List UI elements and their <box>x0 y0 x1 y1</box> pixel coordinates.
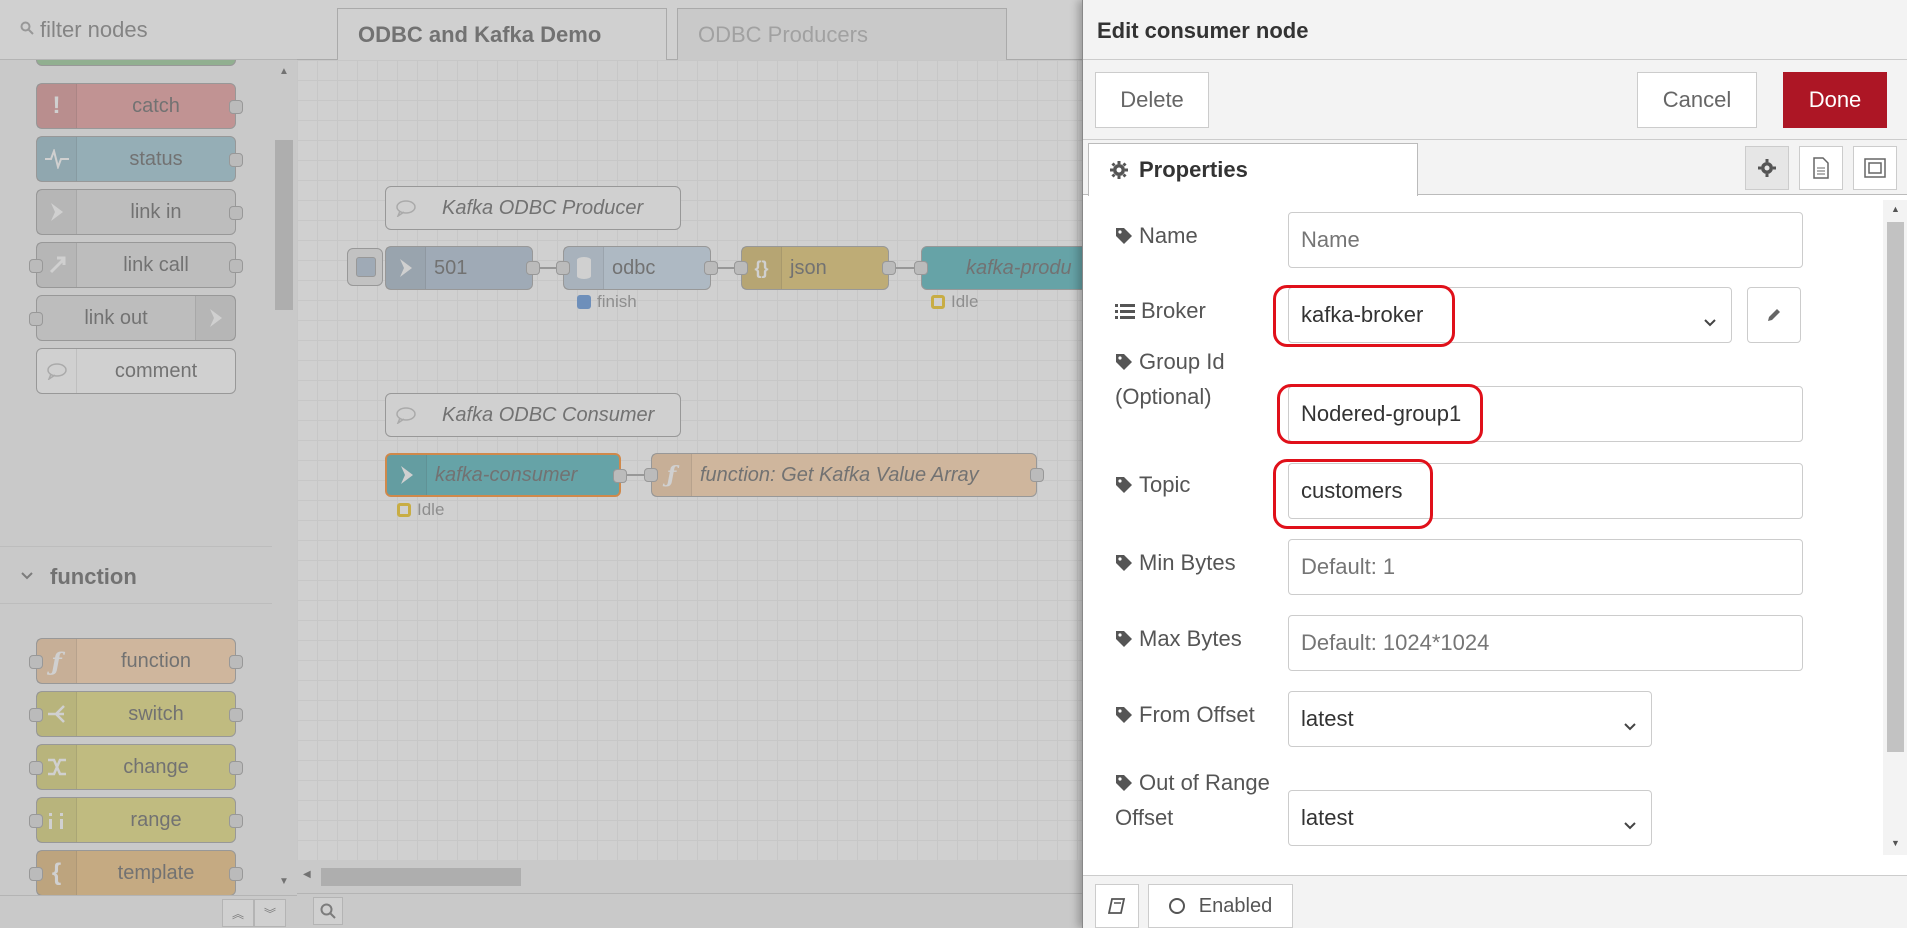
window-frame-icon <box>1864 158 1886 178</box>
from-offset-label: From Offset <box>1115 698 1255 733</box>
min-bytes-input[interactable] <box>1288 539 1803 595</box>
tab-label: Properties <box>1139 157 1248 182</box>
tray-toolbar: Delete Cancel Done <box>1083 60 1907 140</box>
tag-icon <box>1115 470 1133 503</box>
broker-label: Broker <box>1115 294 1206 329</box>
min-bytes-label: Min Bytes <box>1115 546 1236 581</box>
group-id-label: Group Id (Optional) <box>1115 347 1225 409</box>
tray-scrollbar[interactable]: ▲ ▼ <box>1883 200 1907 855</box>
tag-icon <box>1115 768 1133 801</box>
highlight-annotation <box>1273 459 1433 529</box>
list-icon <box>1115 296 1135 329</box>
tab-description[interactable] <box>1799 146 1843 190</box>
chevron-down-icon <box>1703 308 1717 334</box>
chevron-down-icon <box>1623 811 1637 837</box>
max-bytes-input[interactable] <box>1288 615 1803 671</box>
tag-icon <box>1115 347 1133 380</box>
out-of-range-offset-select[interactable]: latest <box>1288 790 1652 846</box>
scrollbar-thumb[interactable] <box>1887 222 1904 752</box>
tray-footer: Enabled <box>1083 875 1907 928</box>
book-icon <box>1108 898 1126 914</box>
out-of-range-offset-label: Out of Range Offset <box>1115 768 1270 830</box>
scroll-down-icon[interactable]: ▼ <box>1891 838 1900 848</box>
pencil-icon <box>1768 309 1780 321</box>
tab-node-settings[interactable] <box>1745 146 1789 190</box>
gear-icon <box>1758 159 1776 177</box>
done-button[interactable]: Done <box>1783 72 1887 128</box>
enabled-toggle[interactable]: Enabled <box>1148 884 1293 928</box>
cancel-button[interactable]: Cancel <box>1637 72 1757 128</box>
enabled-label: Enabled <box>1198 894 1273 917</box>
document-icon <box>1813 157 1829 179</box>
max-bytes-label: Max Bytes <box>1115 622 1242 657</box>
highlight-annotation <box>1273 285 1455 347</box>
tag-icon <box>1115 221 1133 254</box>
scroll-up-icon[interactable]: ▲ <box>1891 204 1900 214</box>
circle-icon <box>1168 898 1185 914</box>
name-label: Name <box>1115 219 1198 254</box>
tab-properties[interactable]: Properties <box>1088 143 1418 196</box>
help-book-button[interactable] <box>1095 884 1139 928</box>
tray-tabs: Properties <box>1083 140 1907 196</box>
tag-icon <box>1115 548 1133 581</box>
edit-broker-button[interactable] <box>1747 287 1801 343</box>
chevron-down-icon <box>1623 712 1637 738</box>
tag-icon <box>1115 624 1133 657</box>
modal-dim-overlay <box>0 0 1087 928</box>
from-offset-select[interactable]: latest <box>1288 691 1652 747</box>
delete-button[interactable]: Delete <box>1095 72 1209 128</box>
out-of-range-selected-value: latest <box>1301 805 1354 830</box>
tag-icon <box>1115 700 1133 733</box>
properties-form: Name Broker kafka-broker Group Id(Option… <box>1083 195 1883 855</box>
highlight-annotation <box>1277 384 1483 444</box>
tray-title: Edit consumer node <box>1097 18 1309 43</box>
gear-icon <box>1110 161 1128 179</box>
topic-label: Topic <box>1115 468 1190 503</box>
name-input[interactable] <box>1288 212 1803 268</box>
tray-header: Edit consumer node <box>1083 0 1907 60</box>
from-offset-selected-value: latest <box>1301 706 1354 731</box>
tab-appearance[interactable] <box>1853 146 1897 190</box>
edit-tray: Edit consumer node Delete Cancel Done Pr… <box>1082 0 1907 928</box>
